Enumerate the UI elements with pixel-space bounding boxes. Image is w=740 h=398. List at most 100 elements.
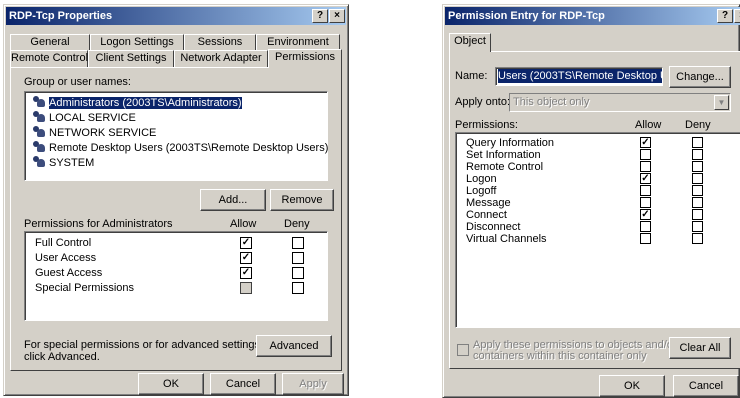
- allow-checkbox[interactable]: ✓: [240, 237, 252, 249]
- deny-checkbox[interactable]: [692, 209, 703, 220]
- rdp-tcp-properties-dialog: RDP-Tcp Properties ? × General Logon Set…: [3, 4, 349, 396]
- list-item[interactable]: SYSTEM: [28, 155, 324, 170]
- allow-checkbox[interactable]: [640, 197, 651, 208]
- allow-checkbox[interactable]: ✓: [640, 209, 651, 220]
- tab-permissions[interactable]: Permissions: [268, 49, 342, 68]
- close-button[interactable]: ×: [329, 9, 345, 23]
- group-name: Remote Desktop Users (2003TS\Remote Desk…: [49, 142, 329, 154]
- apply-onto-select[interactable]: This object only ▼: [509, 93, 731, 112]
- user-group-icon: [32, 140, 46, 153]
- permission-entry-dialog: Permission Entry for RDP-Tcp ? × Object …: [442, 4, 740, 398]
- user-group-icon: [32, 125, 46, 138]
- deny-checkbox[interactable]: [692, 173, 703, 184]
- allow-checkbox[interactable]: [240, 282, 252, 294]
- allow-checkbox[interactable]: [640, 185, 651, 196]
- allow-header: Allow: [635, 119, 662, 131]
- deny-checkbox[interactable]: [692, 149, 703, 160]
- permission-name: Virtual Channels: [466, 233, 547, 245]
- permission-row: Special Permissions: [25, 281, 327, 296]
- allow-checkbox[interactable]: ✓: [240, 252, 252, 264]
- remove-button[interactable]: Remove: [270, 189, 334, 211]
- permission-name: Disconnect: [466, 221, 521, 233]
- cancel-button[interactable]: Cancel: [210, 373, 276, 395]
- apply-to-container-text-2: containers within this container only: [473, 350, 647, 362]
- allow-checkbox[interactable]: [640, 233, 651, 244]
- deny-checkbox[interactable]: [692, 185, 703, 196]
- help-button[interactable]: ?: [312, 9, 328, 23]
- group-list[interactable]: Administrators (2003TS\Administrators) LO…: [24, 91, 328, 181]
- allow-checkbox[interactable]: [640, 149, 651, 160]
- tab-object[interactable]: Object: [449, 33, 491, 52]
- deny-checkbox[interactable]: [692, 197, 703, 208]
- permission-name: User Access: [35, 252, 97, 264]
- permission-row: Connect ✓: [456, 209, 740, 221]
- deny-checkbox[interactable]: [292, 282, 304, 294]
- permissions-list[interactable]: Full Control ✓ User Access ✓ Guest Access ✓ Sp…: [24, 231, 328, 321]
- permission-row: Logoff: [456, 185, 740, 197]
- permission-name: Remote Control: [466, 161, 544, 173]
- permission-name: Set Information: [466, 149, 541, 161]
- deny-header: Deny: [284, 218, 310, 230]
- permission-row: Message: [456, 197, 740, 209]
- advanced-button[interactable]: Advanced: [256, 335, 332, 357]
- allow-header: Allow: [230, 218, 257, 230]
- title-bar[interactable]: RDP-Tcp Properties ? ×: [6, 7, 346, 25]
- allow-checkbox[interactable]: ✓: [240, 267, 252, 279]
- tab-logon-settings[interactable]: Logon Settings: [90, 34, 184, 51]
- clear-all-button[interactable]: Clear All: [669, 337, 731, 359]
- deny-checkbox[interactable]: [692, 221, 703, 232]
- close-button[interactable]: ×: [734, 9, 740, 23]
- deny-checkbox[interactable]: [292, 267, 304, 279]
- permission-name: Guest Access: [35, 267, 103, 279]
- cancel-button[interactable]: Cancel: [673, 375, 739, 397]
- special-permissions-text-2: click Advanced.: [24, 351, 100, 363]
- dialog-title: RDP-Tcp Properties: [9, 10, 113, 22]
- permission-name: Full Control: [35, 237, 92, 249]
- allow-checkbox[interactable]: ✓: [640, 173, 651, 184]
- allow-checkbox[interactable]: ✓: [640, 137, 651, 148]
- name-label: Name:: [455, 70, 488, 82]
- tab-sessions[interactable]: Sessions: [184, 34, 256, 51]
- name-field[interactable]: Users (2003TS\Remote Desktop Users: [495, 67, 663, 86]
- permission-row: Full Control ✓: [25, 236, 327, 251]
- group-name: SYSTEM: [49, 157, 95, 169]
- help-button[interactable]: ?: [717, 9, 733, 23]
- deny-checkbox[interactable]: [292, 237, 304, 249]
- deny-header: Deny: [685, 119, 711, 131]
- deny-checkbox[interactable]: [692, 161, 703, 172]
- list-item[interactable]: Administrators (2003TS\Administrators): [28, 95, 324, 110]
- group-name: NETWORK SERVICE: [49, 127, 157, 139]
- user-group-icon: [32, 110, 46, 123]
- allow-checkbox[interactable]: [640, 221, 651, 232]
- permission-row: Set Information: [456, 149, 740, 161]
- permission-row: Remote Control: [456, 161, 740, 173]
- tab-client-settings[interactable]: Client Settings: [88, 50, 174, 67]
- permission-row: Disconnect: [456, 221, 740, 233]
- apply-button[interactable]: Apply: [282, 373, 344, 395]
- apply-onto-label: Apply onto:: [455, 96, 511, 108]
- apply-to-container-checkbox[interactable]: [457, 344, 469, 356]
- tab-remote-control[interactable]: Remote Control: [10, 50, 88, 67]
- permissions-list[interactable]: Query Information ✓ Set Information Remote …: [455, 132, 740, 328]
- title-bar[interactable]: Permission Entry for RDP-Tcp ? ×: [445, 7, 740, 25]
- deny-checkbox[interactable]: [692, 233, 703, 244]
- permission-row: Virtual Channels: [456, 233, 740, 245]
- list-item[interactable]: Remote Desktop Users (2003TS\Remote Desk…: [28, 140, 328, 155]
- list-item[interactable]: NETWORK SERVICE: [28, 125, 324, 140]
- group-name: Administrators (2003TS\Administrators): [49, 97, 242, 109]
- permission-name: Logoff: [466, 185, 497, 197]
- group-name: LOCAL SERVICE: [49, 112, 136, 124]
- add-button[interactable]: Add...: [200, 189, 266, 211]
- ok-button[interactable]: OK: [599, 375, 665, 397]
- tab-network-adapter[interactable]: Network Adapter: [174, 50, 268, 67]
- permission-name: Message: [466, 197, 511, 209]
- list-item[interactable]: LOCAL SERVICE: [28, 110, 324, 125]
- allow-checkbox[interactable]: [640, 161, 651, 172]
- ok-button[interactable]: OK: [138, 373, 204, 395]
- deny-checkbox[interactable]: [692, 137, 703, 148]
- dialog-title: Permission Entry for RDP-Tcp: [448, 10, 605, 22]
- tab-general[interactable]: General: [10, 34, 90, 51]
- user-group-icon: [32, 155, 46, 168]
- change-button[interactable]: Change...: [669, 66, 731, 88]
- deny-checkbox[interactable]: [292, 252, 304, 264]
